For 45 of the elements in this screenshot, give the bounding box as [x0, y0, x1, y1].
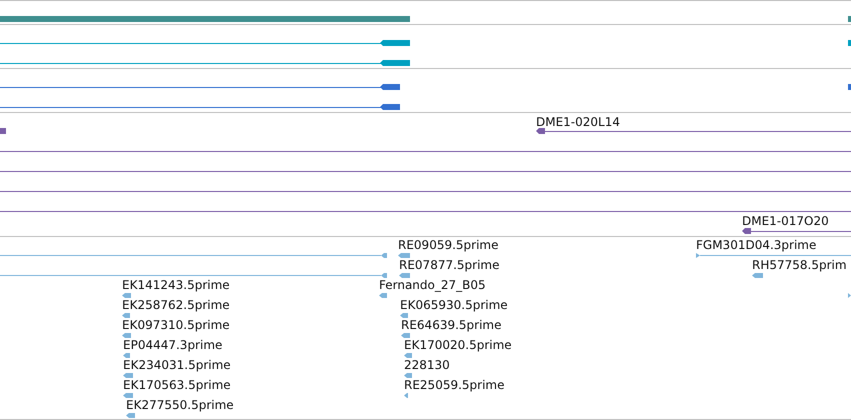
feature-glyph[interactable]: [398, 253, 410, 258]
feature-label: RE07877.5prime: [399, 258, 500, 272]
feature-glyph[interactable]: [404, 373, 412, 378]
feature-glyph[interactable]: [122, 313, 130, 318]
feature-glyph[interactable]: [381, 253, 387, 258]
feature-glyph[interactable]: [404, 353, 412, 358]
feature-label: FGM301D04.3prime: [696, 238, 816, 252]
feature-label: EK065930.5prime: [400, 298, 508, 312]
feature-glyph[interactable]: [122, 293, 131, 298]
feature-glyph[interactable]: [380, 104, 400, 110]
feature-glyph[interactable]: [848, 293, 851, 298]
feature-label: Fernando_27_B05: [379, 278, 486, 292]
feature-glyph[interactable]: [400, 313, 408, 318]
feature-label: 228130: [404, 358, 450, 372]
feature-glyph[interactable]: [696, 253, 700, 258]
feature-glyph[interactable]: [123, 373, 133, 378]
feature-glyph[interactable]: [123, 353, 130, 358]
feature-glyph[interactable]: [380, 84, 400, 90]
feature-label: RE09059.5prime: [398, 238, 498, 252]
feature-label: EK170563.5prime: [123, 378, 231, 392]
feature-label: EK141243.5prime: [122, 278, 230, 292]
feature-glyph[interactable]: [122, 333, 131, 338]
feature-label: DME1-017O20: [742, 214, 829, 228]
feature-label: EK097310.5prime: [122, 318, 230, 332]
feature-glyph[interactable]: [380, 40, 410, 46]
feature-label: RE25059.5prime: [404, 378, 504, 392]
feature-label: EK170020.5prime: [404, 338, 512, 352]
feature-glyph[interactable]: [401, 333, 410, 338]
feature-glyph[interactable]: [380, 60, 410, 66]
feature-glyph[interactable]: [379, 293, 387, 298]
feature-glyph[interactable]: [742, 228, 751, 234]
feature-glyph[interactable]: [536, 128, 545, 134]
feature-glyph[interactable]: [381, 273, 387, 278]
feature-glyph[interactable]: [752, 273, 763, 278]
feature-label: RH57758.5prim: [752, 258, 847, 272]
feature-glyph[interactable]: [126, 413, 135, 418]
feature-label: DME1-020L14: [536, 115, 620, 129]
feature-glyph[interactable]: [123, 393, 133, 398]
feature-label: EK277550.5prime: [126, 398, 234, 412]
feature-glyph[interactable]: [399, 273, 410, 278]
feature-glyph[interactable]: [404, 393, 408, 398]
feature-label: EK234031.5prime: [123, 358, 231, 372]
feature-label: RE64639.5prime: [401, 318, 502, 332]
feature-label: EK258762.5prime: [122, 298, 230, 312]
feature-label: EP04447.3prime: [123, 338, 222, 352]
